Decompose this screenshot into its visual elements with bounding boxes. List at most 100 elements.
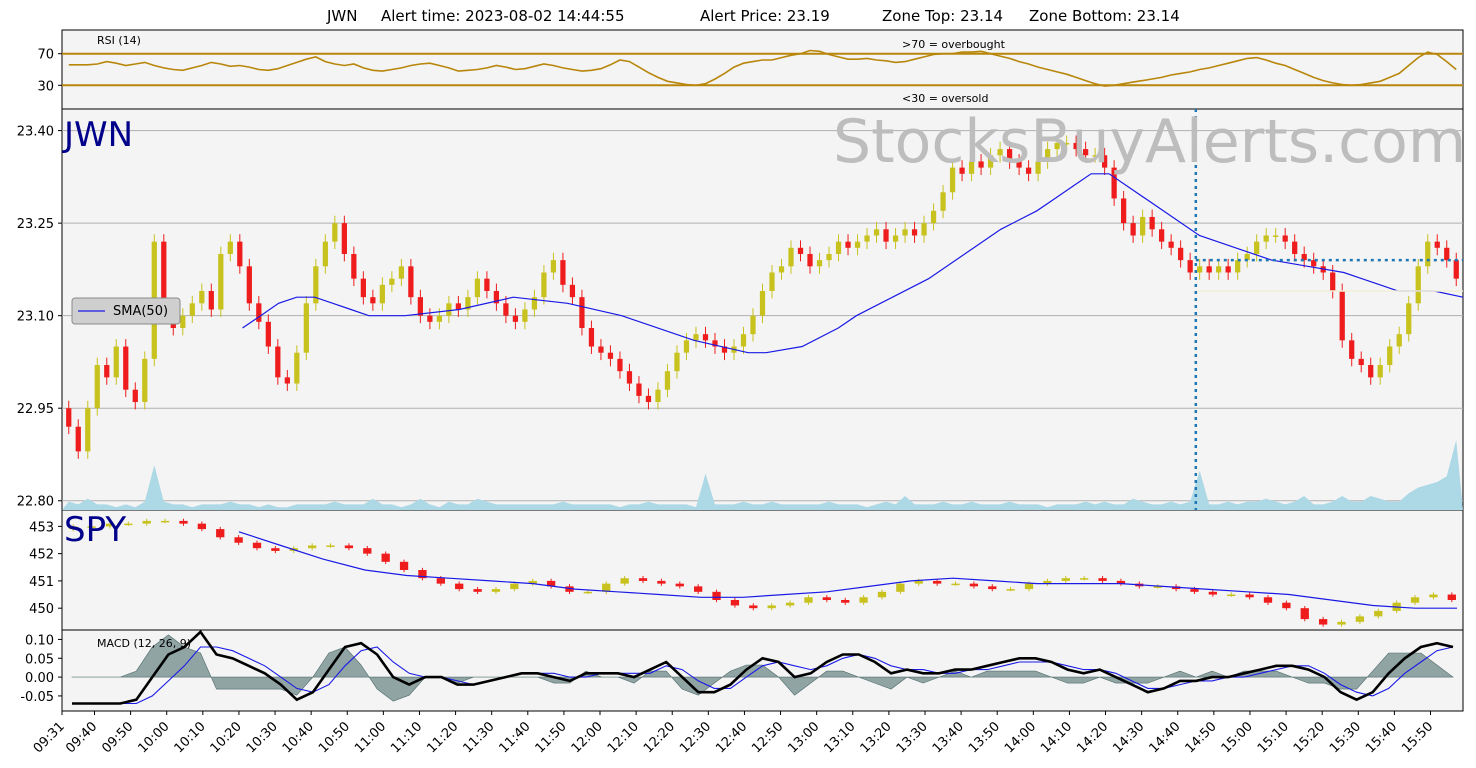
price-candle (332, 223, 338, 242)
price-candle (474, 278, 481, 298)
price-candle (579, 297, 585, 329)
title-zone-bottom: Zone Bottom: 23.14 (1029, 7, 1180, 25)
spy-candle (1245, 594, 1254, 598)
rsi-oversold-note: <30 = oversold (902, 92, 988, 105)
spy-candle (620, 578, 629, 584)
price-candle (322, 241, 328, 267)
price-candle (512, 315, 519, 322)
spy-candle (694, 586, 703, 592)
price-candle (360, 278, 366, 298)
xtick-label: 10:30 (244, 719, 281, 756)
spy-candle (160, 520, 170, 523)
price-candle (921, 223, 927, 236)
title-zone-top: Zone Top: 23.14 (882, 7, 1003, 25)
xtick-label: 11:50 (533, 719, 570, 756)
price-candle (1406, 303, 1412, 335)
price-candle (503, 303, 509, 316)
price-candle (759, 290, 766, 316)
price-candle (1358, 358, 1364, 366)
price-candle (1349, 340, 1355, 359)
spy-candle (234, 537, 243, 543)
price-candle (655, 389, 661, 403)
spy-panel (61, 509, 1464, 631)
price-candle (398, 266, 404, 279)
price-candle (1130, 223, 1136, 236)
xtick-label: 10:10 (172, 719, 209, 756)
spy-candle (859, 597, 868, 603)
spy-candle (822, 597, 831, 600)
price-candle (569, 284, 576, 298)
spy-candle (1374, 610, 1383, 617)
price-candle (408, 266, 414, 298)
xtick-label: 11:00 (352, 719, 389, 756)
price-candle (284, 377, 290, 384)
price-candle (66, 408, 72, 427)
spy-candle (675, 583, 684, 587)
spy-ytick-label: 453 (29, 520, 54, 535)
price-candle (617, 358, 623, 372)
price-candle (189, 303, 195, 316)
price-candle (1339, 290, 1345, 341)
spy-ytick-label: 450 (29, 602, 54, 617)
xtick-label: 10:50 (316, 719, 353, 756)
price-candle (902, 229, 908, 236)
price-candle (598, 346, 604, 353)
price-candle (1178, 247, 1184, 261)
spy-candle (804, 597, 813, 603)
price-candle (645, 395, 652, 403)
price-candle (256, 303, 262, 322)
price-candle (199, 290, 205, 304)
spy-candle (1410, 597, 1420, 603)
price-candle (788, 247, 794, 267)
price-candle (303, 303, 309, 353)
price-candle (636, 383, 642, 396)
price-candle (1434, 241, 1440, 248)
price-candle (446, 303, 452, 316)
price-ytick-label: 22.95 (17, 402, 54, 417)
spy-candle (1227, 594, 1236, 597)
price-candle (769, 272, 775, 291)
price-candle (1282, 235, 1288, 242)
price-candle (816, 260, 823, 267)
spy-candle (914, 580, 923, 584)
price-candle (1235, 260, 1241, 273)
spy-candle (455, 583, 464, 590)
title-symbol: JWN (326, 7, 357, 25)
spy-candle (197, 523, 207, 530)
spy-candle (951, 583, 960, 586)
xtick-label: 10:40 (280, 719, 317, 756)
xtick-label: 14:20 (1074, 719, 1111, 756)
spy-candle (179, 520, 188, 524)
price-candle (351, 253, 357, 279)
price-candle (1225, 266, 1231, 273)
xtick-label: 15:40 (1363, 719, 1400, 756)
xtick-label: 12:40 (713, 719, 750, 756)
spy-candle (841, 600, 850, 603)
price-candle (693, 334, 699, 341)
price-candle (85, 408, 91, 452)
spy-candle (1447, 594, 1456, 600)
price-candle (854, 241, 861, 248)
xtick-label: 11:40 (497, 719, 534, 756)
spy-candle (252, 542, 262, 549)
spy-candle (1098, 578, 1107, 581)
price-candle (237, 241, 243, 267)
price-candle (683, 340, 690, 353)
price-candle (113, 346, 119, 378)
price-candle (835, 241, 842, 254)
spy-candle (363, 548, 372, 554)
spy-candle (1300, 608, 1309, 620)
spy-candle (510, 583, 519, 590)
price-candle (436, 315, 443, 322)
price-candle (873, 229, 880, 236)
price-candle (1368, 365, 1374, 378)
spy-candle (767, 605, 776, 609)
spy-candle (1429, 594, 1438, 598)
price-candle (132, 389, 138, 403)
spy-candle (896, 583, 905, 592)
xtick-label: 09:50 (99, 719, 136, 756)
xtick-label: 12:50 (749, 719, 786, 756)
macd-title: MACD (12, 26, 9) (97, 637, 191, 650)
xtick-label: 10:00 (135, 719, 172, 756)
spy-ytick-label: 452 (29, 548, 54, 563)
